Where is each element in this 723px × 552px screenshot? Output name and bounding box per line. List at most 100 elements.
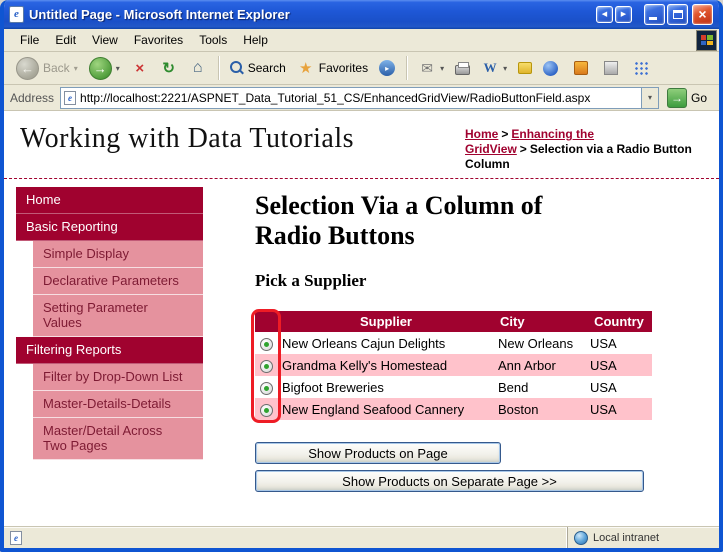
back-button[interactable]: ← Back ▾: [12, 55, 82, 82]
country-cell: USA: [586, 376, 652, 398]
grid-header-select: [255, 311, 278, 332]
next-icon: ▶: [621, 10, 626, 18]
sidebar-item-master-detail-across-two-pages[interactable]: Master/Detail Across Two Pages: [33, 418, 203, 460]
titlebar: e Untitled Page - Microsoft Internet Exp…: [4, 0, 719, 29]
print-button[interactable]: [451, 59, 474, 77]
favorites-icon: ★: [297, 59, 315, 77]
status-zone: Local intranet: [567, 527, 719, 548]
printer-icon: [455, 65, 470, 75]
city-cell: New Orleans: [494, 332, 586, 354]
refresh-button[interactable]: ↻: [156, 57, 182, 79]
search-button[interactable]: Search: [226, 59, 290, 77]
menu-item-tools[interactable]: Tools: [191, 30, 235, 50]
action-buttons: Show Products on Page Show Products on S…: [255, 442, 657, 492]
grid-header-city: City: [494, 311, 586, 332]
page-heading: Selection Via a Column of Radio Buttons: [255, 191, 610, 251]
minimize-button[interactable]: [644, 4, 665, 25]
sidebar-item-simple-display[interactable]: Simple Display: [33, 241, 203, 268]
country-cell: USA: [586, 398, 652, 420]
close-icon: ×: [698, 6, 706, 22]
site-title: Working with Data Tutorials: [20, 123, 465, 172]
supplier-cell: Bigfoot Breweries: [278, 376, 494, 398]
toolbar-extra-button-2[interactable]: [600, 59, 622, 77]
go-label: Go: [691, 91, 707, 105]
radio-dot: [264, 364, 269, 369]
go-button[interactable]: → Go: [665, 87, 713, 109]
mail-icon: ✉: [418, 59, 436, 77]
messenger-button[interactable]: [539, 59, 562, 78]
back-icon: ←: [16, 57, 39, 80]
breadcrumb-link-home[interactable]: Home: [465, 127, 498, 141]
grid-header-row: Supplier City Country: [255, 311, 652, 332]
menu-item-file[interactable]: File: [12, 30, 47, 50]
menu-item-view[interactable]: View: [84, 30, 126, 50]
show-products-on-page-button[interactable]: Show Products on Page: [255, 442, 501, 464]
edit-word-icon: W: [481, 59, 499, 77]
page-header: Working with Data Tutorials Home>Enhanci…: [4, 111, 719, 176]
address-input[interactable]: [76, 88, 641, 108]
toolbar: ← Back ▾ → ▾ × ↻ ⌂ Search ★ Favorites ▸ …: [4, 52, 719, 85]
media-icon: ▸: [379, 60, 395, 76]
search-label: Search: [248, 61, 286, 75]
favorites-button[interactable]: ★ Favorites: [293, 57, 372, 79]
chevron-down-icon: ▾: [648, 93, 652, 102]
supplier-cell: New Orleans Cajun Delights: [278, 332, 494, 354]
table-row: Grandma Kelly's Homestead Ann Arbor USA: [255, 354, 652, 376]
address-field: e ▾: [60, 87, 659, 109]
header-divider: [4, 178, 719, 179]
back-label: Back: [43, 61, 70, 75]
close-button[interactable]: ×: [692, 4, 713, 25]
supplier-radio-3[interactable]: [260, 404, 273, 417]
stop-button[interactable]: ×: [127, 57, 153, 79]
ie-page-icon: e: [9, 6, 24, 23]
breadcrumb-separator: >: [501, 127, 508, 141]
maximize-button[interactable]: [667, 4, 688, 25]
statusbar: e Local intranet: [4, 526, 719, 548]
supplier-radio-0[interactable]: [260, 338, 273, 351]
suppliers-grid: Supplier City Country New Orleans Cajun …: [255, 311, 652, 420]
sidebar-item-basic-reporting[interactable]: Basic Reporting: [16, 214, 203, 241]
address-page-icon: e: [64, 91, 76, 105]
status-page-icon: e: [10, 531, 22, 545]
radio-dot: [264, 408, 269, 413]
addressbar: Address e ▾ → Go: [4, 85, 719, 111]
stop-icon: ×: [131, 59, 149, 77]
go-icon: →: [667, 88, 687, 108]
menu-item-edit[interactable]: Edit: [47, 30, 84, 50]
sidebar-item-filter-by-drop-down-list[interactable]: Filter by Drop-Down List: [33, 364, 203, 391]
edit-button[interactable]: W ▾: [477, 57, 511, 79]
country-cell: USA: [586, 354, 652, 376]
toolbar-extra-button-1[interactable]: [570, 59, 592, 77]
menu-item-favorites[interactable]: Favorites: [126, 30, 191, 50]
status-text-area: e: [4, 527, 567, 548]
menu-item-help[interactable]: Help: [235, 30, 276, 50]
window-title: Untitled Page - Microsoft Internet Explo…: [29, 7, 591, 22]
sidebar-item-declarative-parameters[interactable]: Declarative Parameters: [33, 268, 203, 295]
table-row: Bigfoot Breweries Bend USA: [255, 376, 652, 398]
city-cell: Ann Arbor: [494, 354, 586, 376]
forward-button[interactable]: → ▾: [85, 55, 124, 82]
sidebar-item-filtering-reports[interactable]: Filtering Reports: [16, 337, 203, 364]
supplier-radio-1[interactable]: [260, 360, 273, 373]
show-products-on-separate-page-button[interactable]: Show Products on Separate Page >>: [255, 470, 644, 492]
search-icon: [230, 61, 244, 75]
sidebar-item-setting-parameter-values[interactable]: Setting Parameter Values: [33, 295, 203, 337]
main-content: Selection Via a Column of Radio Buttons …: [255, 187, 657, 498]
sidebar-item-home[interactable]: Home: [16, 187, 203, 214]
address-dropdown-button[interactable]: ▾: [641, 88, 658, 108]
local-intranet-icon: [574, 531, 588, 545]
mail-button[interactable]: ✉ ▾: [414, 57, 448, 79]
supplier-radio-2[interactable]: [260, 382, 273, 395]
home-button[interactable]: ⌂: [185, 57, 211, 79]
titlebar-prev-button[interactable]: ◀: [596, 6, 613, 23]
toolbar-separator: [406, 56, 407, 80]
page-body: Home Basic Reporting Simple Display Decl…: [4, 187, 719, 498]
radio-dot: [264, 386, 269, 391]
sidebar: Home Basic Reporting Simple Display Decl…: [16, 187, 203, 498]
toolbar-extra-button-3[interactable]: [630, 59, 652, 77]
breadcrumb: Home>Enhancing the GridView>Selection vi…: [465, 123, 705, 172]
sidebar-item-master-details-details[interactable]: Master-Details-Details: [33, 391, 203, 418]
discuss-button[interactable]: [514, 60, 536, 76]
titlebar-next-button[interactable]: ▶: [615, 6, 632, 23]
media-button[interactable]: ▸: [375, 58, 399, 78]
